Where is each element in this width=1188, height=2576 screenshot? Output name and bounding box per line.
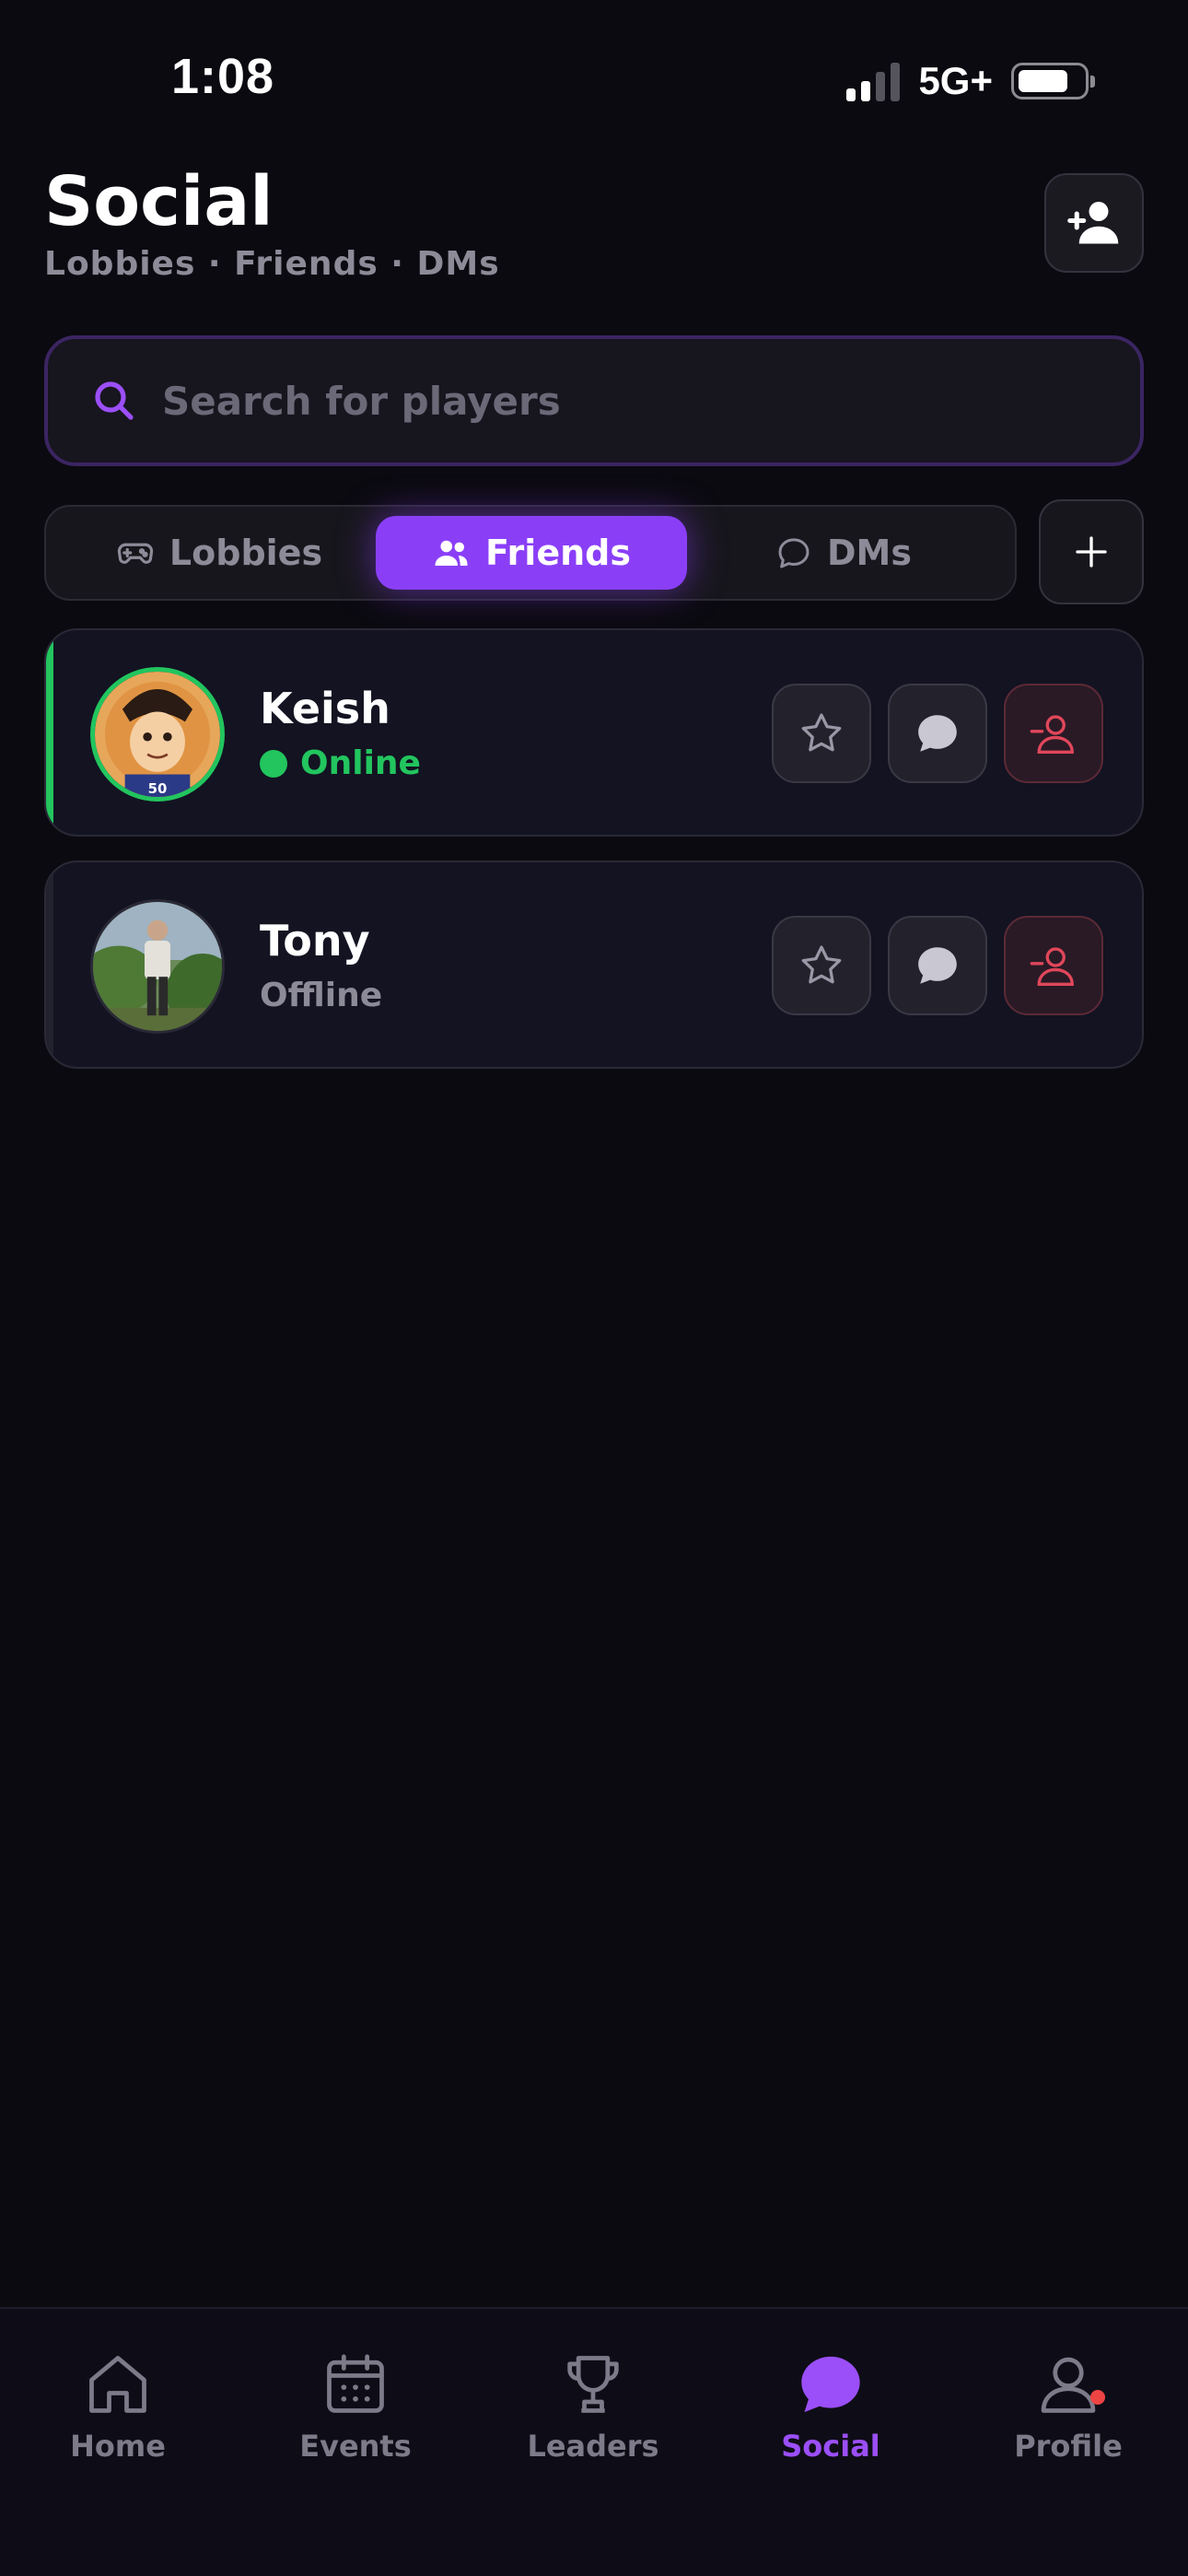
friend-status-label: Online [300, 744, 421, 782]
nav-home-label: Home [70, 2429, 166, 2464]
tab-friends-label: Friends [485, 533, 631, 573]
nav-home[interactable]: Home [26, 2349, 210, 2464]
remove-friend-icon [1030, 947, 1074, 986]
remove-friend-button[interactable] [1004, 684, 1103, 783]
svg-text:50: 50 [148, 780, 168, 797]
bottom-nav: Home Events Leaders Social Profile [0, 2307, 1188, 2576]
remove-friend-icon [1030, 715, 1074, 754]
nav-events-label: Events [299, 2429, 412, 2464]
search-bar[interactable] [44, 335, 1144, 466]
nav-leaders[interactable]: Leaders [501, 2349, 685, 2464]
page-title: Social [44, 162, 274, 241]
nav-leaders-label: Leaders [527, 2429, 659, 2464]
home-icon [89, 2356, 146, 2413]
search-input[interactable] [162, 378, 1083, 424]
friend-status: Offline [260, 977, 382, 1014]
tab-bar: Lobbies Friends DMs [44, 505, 1017, 601]
friend-card[interactable]: 50 Keish Online [44, 628, 1144, 837]
online-accent [46, 630, 53, 835]
friend-name: Tony [260, 916, 370, 966]
trophy-icon [567, 2356, 619, 2413]
friend-name: Keish [260, 684, 390, 733]
page-subtitle: Lobbies · Friends · DMs [44, 245, 500, 283]
gamepad-icon [117, 543, 153, 564]
new-item-button[interactable] [1039, 499, 1144, 604]
message-icon [918, 715, 957, 752]
status-time: 1:08 [171, 49, 275, 104]
tab-lobbies-label: Lobbies [169, 533, 323, 573]
tab-dms-label: DMs [827, 533, 912, 573]
online-dot [260, 749, 287, 778]
avatar: 50 [90, 667, 225, 802]
person-icon [1041, 2357, 1096, 2413]
tab-friends[interactable]: Friends [376, 516, 687, 590]
nav-profile[interactable]: Profile [976, 2349, 1160, 2464]
nav-social-label: Social [781, 2429, 880, 2464]
friend-card[interactable]: Tony Offline [44, 861, 1144, 1069]
message-button[interactable] [888, 684, 987, 783]
favorite-button[interactable] [772, 916, 871, 1015]
remove-friend-button[interactable] [1004, 916, 1103, 1015]
friend-status: Online [260, 744, 421, 782]
chat-bubble-icon [778, 538, 809, 568]
notification-dot [1090, 2390, 1105, 2405]
star-icon [801, 945, 842, 984]
person-plus-icon [1067, 202, 1119, 244]
message-icon [918, 947, 957, 984]
battery-icon [1011, 63, 1095, 100]
nav-events[interactable]: Events [263, 2349, 448, 2464]
add-friend-button[interactable] [1044, 173, 1144, 273]
message-button[interactable] [888, 916, 987, 1015]
offline-accent [46, 862, 53, 1067]
signal-icon [846, 61, 901, 101]
nav-profile-label: Profile [1014, 2429, 1123, 2464]
chat-bubble-icon [801, 2356, 860, 2413]
network-type: 5G+ [918, 59, 993, 102]
friend-status-label: Offline [260, 977, 383, 1014]
tab-dms[interactable]: DMs [689, 516, 998, 590]
avatar [90, 899, 225, 1034]
nav-social[interactable]: Social [739, 2349, 923, 2464]
plus-icon [1076, 536, 1107, 568]
search-icon [95, 381, 134, 420]
users-icon [435, 540, 468, 566]
tab-lobbies[interactable]: Lobbies [64, 516, 374, 590]
favorite-button[interactable] [772, 684, 871, 783]
star-icon [801, 713, 842, 752]
status-indicators: 5G+ [846, 59, 1095, 103]
calendar-icon [327, 2354, 384, 2413]
